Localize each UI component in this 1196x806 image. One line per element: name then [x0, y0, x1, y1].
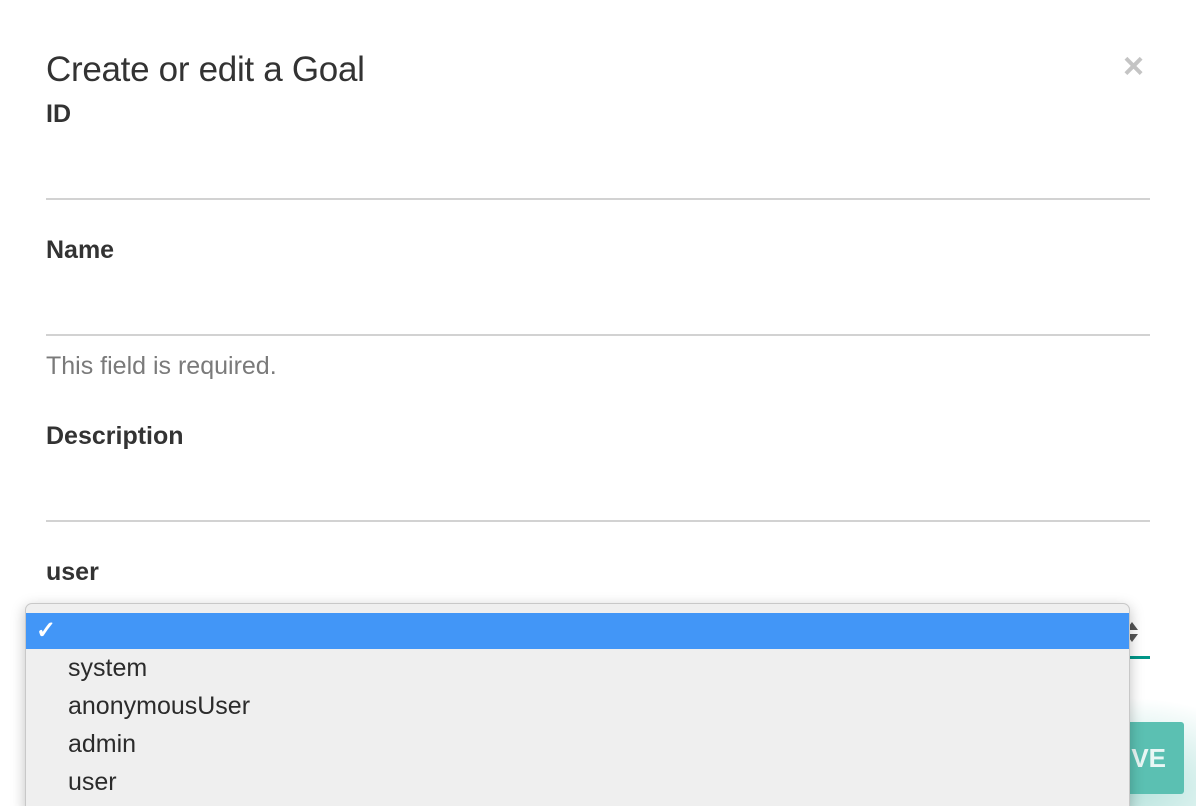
name-required-message: This field is required.	[46, 352, 277, 380]
check-icon: ✓	[36, 617, 57, 644]
option-label: anonymousUser	[68, 692, 251, 720]
name-field[interactable]	[46, 296, 1150, 336]
goal-dialog: Create or edit a Goal × ID Name This fie…	[0, 0, 1196, 806]
id-label: ID	[46, 100, 71, 128]
description-label: Description	[46, 422, 184, 450]
user-option-user[interactable]: user	[26, 763, 1129, 801]
user-option-system[interactable]: system	[26, 649, 1129, 687]
dialog-title: Create or edit a Goal	[46, 50, 365, 89]
name-label: Name	[46, 236, 115, 264]
option-label: admin	[68, 730, 137, 758]
close-icon[interactable]: ×	[1123, 48, 1144, 84]
user-option-anonymoususer[interactable]: anonymousUser	[26, 687, 1129, 725]
user-option-admin[interactable]: admin	[26, 725, 1129, 763]
description-field[interactable]	[46, 482, 1150, 522]
id-field[interactable]	[46, 160, 1150, 200]
user-option-empty[interactable]: ✓	[26, 613, 1129, 649]
option-label: system	[68, 654, 148, 682]
option-label: user	[68, 768, 117, 796]
user-label: user	[46, 558, 99, 586]
user-select-dropdown: ✓ system anonymousUser admin user	[25, 603, 1130, 806]
